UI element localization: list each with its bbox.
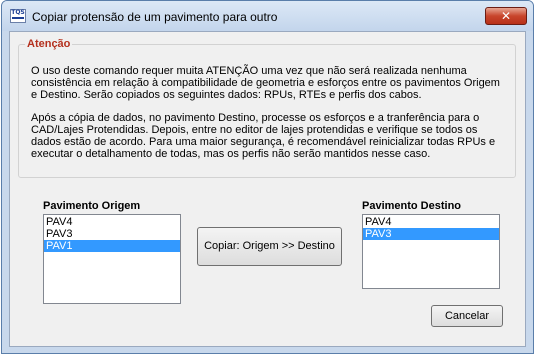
cancel-button[interactable]: Cancelar <box>431 305 503 327</box>
window-title: Copiar protensão de um pavimento para ou… <box>32 10 278 24</box>
dialog-client-area: Atenção O uso deste comando requer muita… <box>9 31 526 347</box>
list-item[interactable]: PAV3 <box>363 228 499 240</box>
origin-label: Pavimento Origem <box>43 200 141 212</box>
attention-text: O uso deste comando requer muita ATENÇÃO… <box>31 65 509 171</box>
title-bar[interactable]: TQS Copiar protensão de um pavimento par… <box>2 1 533 31</box>
app-icon-text: TQS <box>11 9 25 16</box>
destination-label: Pavimento Destino <box>362 200 462 212</box>
list-item[interactable]: PAV4 <box>44 216 180 228</box>
attention-heading: Atenção <box>25 38 73 50</box>
copy-button[interactable]: Copiar: Origem >> Destino <box>197 227 342 266</box>
destination-listbox[interactable]: PAV4 PAV3 <box>362 214 500 289</box>
attention-paragraph-2: Após a cópia de dados, no pavimento Dest… <box>31 112 496 160</box>
dialog-window: TQS Copiar protensão de um pavimento par… <box>1 0 534 354</box>
close-icon: ✕ <box>500 9 512 23</box>
list-item[interactable]: PAV1 <box>44 240 180 252</box>
origin-listbox[interactable]: PAV4 PAV3 PAV1 <box>43 214 181 304</box>
close-button[interactable]: ✕ <box>485 7 527 25</box>
attention-groupbox: Atenção O uso deste comando requer muita… <box>18 38 516 178</box>
list-item[interactable]: PAV4 <box>363 216 499 228</box>
attention-paragraph-1: O uso deste comando requer muita ATENÇÃO… <box>31 65 500 101</box>
list-item[interactable]: PAV3 <box>44 228 180 240</box>
app-icon: TQS <box>10 9 26 23</box>
